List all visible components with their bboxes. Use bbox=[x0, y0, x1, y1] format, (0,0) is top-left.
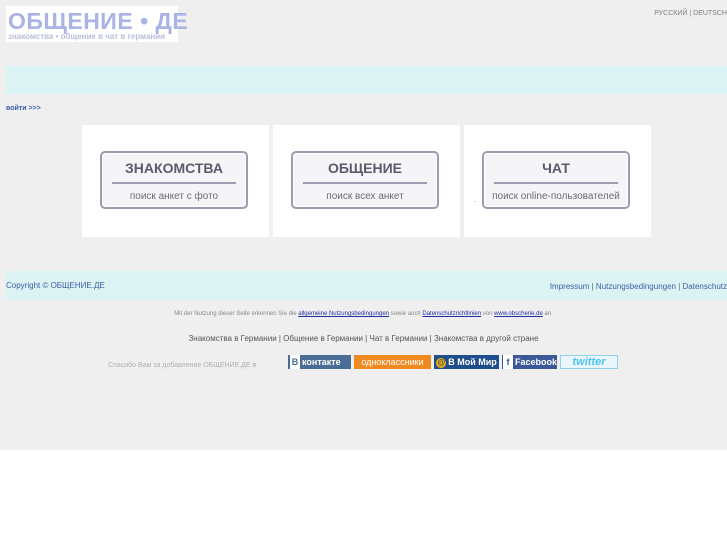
copyright-text: Copyright © ОБЩЕНИЕ.ДЕ bbox=[6, 281, 105, 290]
terms-prefix: Mit der Nutzung dieser Seite erkennen Si… bbox=[174, 311, 299, 317]
twitter-button[interactable]: twitter bbox=[560, 355, 618, 369]
terms-mid2: von bbox=[481, 311, 495, 317]
lang-deutsch-link[interactable]: DEUTSCH bbox=[693, 10, 727, 17]
top-band bbox=[6, 66, 727, 94]
general-terms-link[interactable]: allgemeine Nutzungsbedingungen bbox=[298, 311, 389, 317]
terms-mid1: sowie auch bbox=[389, 311, 423, 317]
mm-label: В Мой Мир bbox=[448, 357, 497, 367]
privacy-link[interactable]: Datenschutz bbox=[683, 282, 727, 291]
site-url-link[interactable]: www.obscherie.de bbox=[494, 311, 543, 317]
panel-chat: . ЧАТ поиск online-пользователей bbox=[464, 125, 651, 237]
vk-icon: В bbox=[290, 355, 300, 369]
chat-button-subtitle: поиск online-пользователей bbox=[492, 191, 620, 202]
impressum-link[interactable]: Impressum bbox=[550, 282, 590, 291]
vk-label: контакте bbox=[302, 357, 341, 367]
footer-links: Impressum | Nutzungsbedingungen | Datens… bbox=[550, 282, 727, 291]
moimir-button[interactable]: @ В Мой Мир bbox=[434, 355, 499, 369]
button-divider bbox=[303, 182, 427, 184]
dating-button-subtitle: поиск анкет с фото bbox=[129, 191, 219, 202]
logo-title: ОБЩЕНИЕ • ДЕ bbox=[8, 8, 189, 34]
thanks-text: Спасибо Вам за добавление ОБЩЕНИЕ.ДЕ в bbox=[108, 362, 257, 369]
panel-communication: ОБЩЕНИЕ поиск всех анкет bbox=[273, 125, 460, 237]
site-logo[interactable]: ОБЩЕНИЕ • ДЕ знакомства • общение в чат … bbox=[6, 6, 188, 42]
communication-button[interactable]: ОБЩЕНИЕ поиск всех анкет bbox=[291, 151, 439, 209]
lang-russian-link[interactable]: РУССКИЙ bbox=[654, 10, 687, 17]
mail-at-icon: @ bbox=[436, 358, 447, 368]
panel-dating: ЗНАКОМСТВА поиск анкет с фото bbox=[82, 125, 269, 237]
lang-separator: | bbox=[689, 10, 692, 17]
login-link[interactable]: войти >>> bbox=[6, 105, 41, 112]
facebook-icon: f bbox=[503, 355, 513, 369]
button-divider bbox=[112, 182, 236, 184]
communication-button-subtitle: поиск всех анкет bbox=[326, 191, 404, 202]
language-switcher: РУССКИЙ | DEUTSCH bbox=[654, 10, 727, 17]
dot-mark: . bbox=[474, 195, 477, 204]
page-background: ОБЩЕНИЕ • ДЕ знакомства • общение в чат … bbox=[0, 0, 727, 450]
terms-link[interactable]: Nutzungsbedingungen bbox=[596, 282, 676, 291]
odnoklassniki-button[interactable]: одноклассники bbox=[354, 355, 431, 369]
terms-notice: Mit der Nutzung dieser Seite erkennen Si… bbox=[0, 311, 727, 317]
dating-button-title: ЗНАКОМСТВА bbox=[125, 160, 223, 176]
button-divider bbox=[494, 182, 618, 184]
fb-label: Facebook bbox=[515, 357, 557, 367]
terms-suffix: an. bbox=[542, 311, 553, 317]
communication-button-title: ОБЩЕНИЕ bbox=[327, 160, 403, 176]
logo-subtitle: знакомства • общение в чат в германии bbox=[8, 32, 166, 41]
vkontakte-button[interactable]: Вконтакте bbox=[288, 355, 351, 369]
chat-button[interactable]: ЧАТ поиск online-пользователей bbox=[482, 151, 630, 209]
chat-button-title: ЧАТ bbox=[542, 160, 570, 176]
facebook-button[interactable]: f Facebook bbox=[502, 355, 557, 369]
seo-links[interactable]: Знакомства в Германии | Общение в Герман… bbox=[0, 334, 727, 343]
privacy-policy-link[interactable]: Datenschutzrichtlinien bbox=[422, 311, 481, 317]
dating-button[interactable]: ЗНАКОМСТВА поиск анкет с фото bbox=[100, 151, 248, 209]
